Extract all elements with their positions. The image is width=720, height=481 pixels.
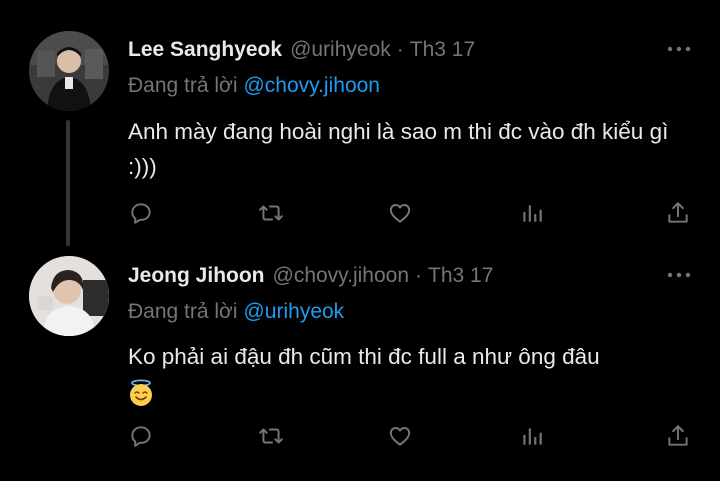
avatar-photo-lee xyxy=(29,31,109,111)
reply-button[interactable] xyxy=(126,198,156,228)
avatar-photo-jeong xyxy=(29,256,109,336)
tweet-actions xyxy=(0,421,720,451)
share-icon xyxy=(668,425,688,446)
share-button[interactable] xyxy=(663,421,693,451)
views-bar-chart-icon xyxy=(523,205,542,222)
avatar[interactable] xyxy=(29,256,109,336)
like-button[interactable] xyxy=(385,421,415,451)
retweet-button[interactable] xyxy=(256,198,286,228)
reply-icon xyxy=(131,426,151,447)
separator-dot: · xyxy=(415,264,422,287)
tweet-actions xyxy=(0,198,720,228)
tweet-text: Ko phải ai đậu đh cũm thi đc full a như … xyxy=(128,344,600,369)
tweet-header: Lee Sanghyeok @urihyeok · Th3 17 xyxy=(128,35,475,65)
more-horizontal-icon xyxy=(667,46,691,52)
views-button[interactable] xyxy=(517,198,547,228)
replying-to-label: Đang trả lời xyxy=(128,300,238,323)
replying-to-label: Đang trả lời xyxy=(128,74,238,97)
tweet-text-block: Ko phải ai đậu đh cũm thi đc full a như … xyxy=(128,339,688,409)
replying-to-line: Đang trả lời @chovy.jihoon xyxy=(128,74,380,98)
reply-button[interactable] xyxy=(126,421,156,451)
author-name[interactable]: Jeong Jihoon xyxy=(128,264,265,288)
more-options-button[interactable] xyxy=(666,262,692,288)
retweet-button[interactable] xyxy=(256,421,286,451)
replying-to-mention[interactable]: @urihyeok xyxy=(243,300,344,323)
smiling-face-with-halo-icon xyxy=(128,379,154,407)
retweet-icon xyxy=(259,428,283,444)
share-icon xyxy=(668,202,688,223)
heart-icon xyxy=(389,204,411,223)
views-button[interactable] xyxy=(517,421,547,451)
reply-icon xyxy=(131,203,151,224)
share-button[interactable] xyxy=(663,198,693,228)
views-bar-chart-icon xyxy=(523,428,542,445)
tweet[interactable]: Lee Sanghyeok @urihyeok · Th3 17 Đang tr… xyxy=(0,0,720,250)
avatar[interactable] xyxy=(29,31,109,111)
tweet[interactable]: Jeong Jihoon @chovy.jihoon · Th3 17 Đang… xyxy=(0,250,720,481)
tweet-text: Anh mày đang hoài nghi là sao m thi đc v… xyxy=(128,119,669,179)
retweet-icon xyxy=(259,205,283,221)
tweet-date[interactable]: Th3 17 xyxy=(428,264,493,288)
author-handle[interactable]: @urihyeok xyxy=(290,38,391,62)
author-handle[interactable]: @chovy.jihoon xyxy=(273,264,410,288)
more-horizontal-icon xyxy=(667,272,691,278)
tweet-date[interactable]: Th3 17 xyxy=(410,38,475,62)
like-button[interactable] xyxy=(385,198,415,228)
replying-to-line: Đang trả lời @urihyeok xyxy=(128,300,344,324)
separator-dot: · xyxy=(396,38,404,61)
tweet-header: Jeong Jihoon @chovy.jihoon · Th3 17 xyxy=(128,261,493,291)
heart-icon xyxy=(389,427,411,446)
more-options-button[interactable] xyxy=(666,36,692,62)
author-name[interactable]: Lee Sanghyeok xyxy=(128,38,282,62)
replying-to-mention[interactable]: @chovy.jihoon xyxy=(243,74,380,97)
